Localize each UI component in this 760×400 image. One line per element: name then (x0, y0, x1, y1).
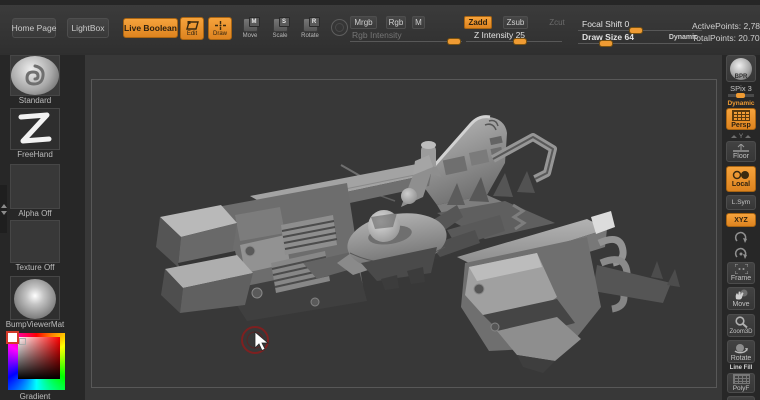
draw-size-slider[interactable]: Draw Size 64 Dynamic (578, 32, 702, 46)
local-pivot-icon (732, 170, 749, 180)
lsym-button[interactable]: L.Sym (726, 195, 756, 210)
zsub-button[interactable]: Zsub (503, 16, 528, 29)
brush-ring-icon[interactable] (331, 19, 348, 36)
bpr-render-button[interactable]: BPR (726, 55, 756, 82)
alpha-label: Alpha Off (18, 209, 52, 218)
draw-button[interactable]: Draw (208, 17, 232, 40)
rotate-tool-label: Rotate (301, 33, 319, 39)
total-points-readout: TotalPoints: 20.70 (692, 33, 760, 43)
persp-grid-icon (732, 109, 750, 121)
axis-left-arrow-icon (730, 134, 737, 138)
axis-right-arrow-icon (745, 134, 752, 138)
draw-size-handle[interactable] (600, 41, 612, 46)
spaceship-sculpt (156, 115, 680, 373)
persp-button[interactable]: Persp (726, 108, 756, 130)
left-shelf: Standard FreeHand Alpha Off Texture Off … (0, 55, 85, 400)
edit-label: Edit (186, 30, 198, 37)
freehand-stroke-icon (18, 112, 52, 144)
scale-tool-button[interactable]: S Scale (270, 17, 290, 40)
zadd-button[interactable]: Zadd (464, 16, 492, 29)
tray-arrow-down-icon (0, 210, 7, 215)
floor-axis-row[interactable]: Y (722, 133, 760, 140)
draw-crosshair-icon (214, 20, 226, 30)
shelf-button-partial[interactable] (727, 396, 755, 400)
scale-gizmo-icon: S (272, 17, 290, 32)
material-swatch[interactable] (10, 276, 60, 320)
move-tool-label: Move (242, 33, 258, 39)
rotate-tool-button[interactable]: R Rotate (299, 17, 321, 40)
rgb-intensity-label: Rgb Intensity (352, 30, 402, 40)
draw-label: Draw (212, 30, 227, 37)
sculpt-canvas[interactable] (85, 55, 722, 400)
rgb-button[interactable]: Rgb (386, 16, 406, 29)
line-fill-label: Line Fill (729, 365, 753, 371)
spix-slider[interactable] (728, 93, 754, 98)
edit-quad-icon (185, 20, 199, 30)
lightbox-button[interactable]: LightBox (67, 18, 109, 38)
active-points-readout: ActivePoints: 2,78 (692, 21, 760, 31)
spix-label: SPix 3 (730, 84, 752, 93)
rotate-gizmo-icon: R (302, 17, 320, 32)
frame-button[interactable]: Frame (727, 262, 755, 284)
rotate-sphere-icon (734, 343, 748, 353)
move-tool-button[interactable]: M Move (240, 17, 260, 40)
top-shelf-toolbar: Home Page LightBox Live Boolean Edit Dra… (0, 5, 760, 56)
standard-brush-icon (11, 56, 59, 95)
hue-cursor (6, 331, 19, 344)
texture-swatch[interactable] (10, 220, 60, 263)
zoom3d-button[interactable]: Zoom3D (727, 314, 755, 337)
live-boolean-button[interactable]: Live Boolean (123, 18, 178, 38)
rotate-canvas-button[interactable]: Rotate (727, 340, 755, 363)
zcut-button[interactable]: Zcut (546, 16, 568, 29)
alpha-swatch[interactable] (10, 164, 60, 209)
sv-cursor (19, 338, 26, 345)
dynamic-persp-label: Dynamic (727, 100, 755, 107)
mrgb-button[interactable]: Mrgb (350, 16, 377, 29)
brush-cursor (241, 326, 270, 354)
brush-label: Standard (18, 96, 52, 105)
rgb-intensity-handle[interactable] (448, 39, 460, 44)
polyframe-grid-icon (732, 374, 750, 384)
brush-swatch-standard[interactable] (10, 55, 60, 96)
move-gizmo-icon: M (242, 17, 260, 32)
tray-arrow-up-icon (0, 203, 7, 208)
edit-button[interactable]: Edit (180, 17, 204, 40)
move-canvas-button[interactable]: Move (727, 287, 755, 310)
zbrush-window: { "colors": {"accent": "#e78b2b", "canva… (0, 0, 760, 400)
clear-pivot-icon[interactable] (734, 247, 748, 260)
local-button[interactable]: Local (726, 166, 756, 192)
texture-label: Texture Off (15, 263, 55, 272)
home-page-button[interactable]: Home Page (12, 18, 56, 38)
m-button[interactable]: M (412, 16, 425, 29)
rgb-intensity-slider[interactable]: Rgb Intensity (350, 30, 462, 44)
color-sv-square[interactable] (18, 337, 60, 379)
stroke-label: FreeHand (17, 150, 53, 159)
focal-shift-slider[interactable]: Focal Shift 0 (578, 19, 702, 33)
polyf-button[interactable]: PolyF (727, 373, 755, 393)
magnifier-icon (734, 316, 748, 328)
scale-tool-label: Scale (272, 33, 288, 39)
z-intensity-slider[interactable]: Z Intensity 25 (466, 30, 562, 44)
floor-button[interactable]: Floor (726, 141, 756, 162)
right-shelf: BPR SPix 3 Dynamic Persp Y Floor Local L… (722, 55, 760, 400)
material-sphere-icon (14, 279, 56, 319)
frame-icon (734, 264, 748, 274)
focal-shift-label: Focal Shift 0 (582, 19, 630, 29)
tray-toggle[interactable] (0, 185, 7, 233)
set-pivot-icon[interactable] (734, 231, 748, 244)
material-label: BumpViewerMat (5, 320, 65, 329)
z-intensity-handle[interactable] (514, 39, 526, 44)
stroke-swatch-freehand[interactable] (10, 108, 60, 150)
hand-icon (735, 289, 748, 300)
gradient-label: Gradient (19, 392, 51, 400)
xyz-button[interactable]: XYZ (726, 213, 756, 227)
color-picker[interactable] (6, 331, 65, 390)
floor-icon (733, 143, 749, 152)
